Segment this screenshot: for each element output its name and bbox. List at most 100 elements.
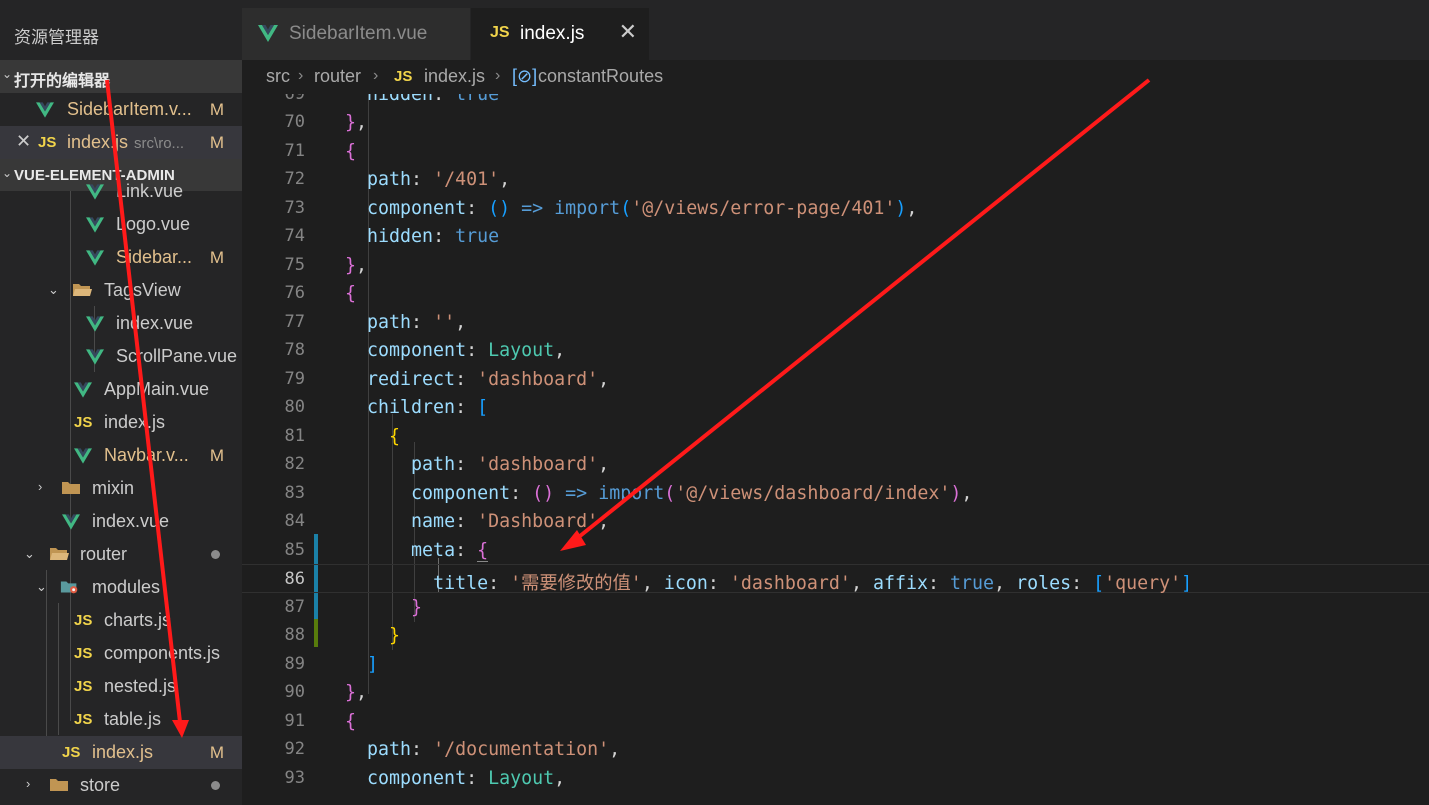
tree-item-scrollpane-vue[interactable]: ScrollPane.vue xyxy=(0,340,242,373)
vue-file-icon xyxy=(36,102,54,118)
code-line: 84 name: 'Dashboard', xyxy=(284,511,610,532)
vue-file-icon xyxy=(86,250,104,266)
tree-item-charts-js[interactable]: JS charts.js xyxy=(0,604,242,637)
explorer-title: 资源管理器 xyxy=(14,28,99,47)
vue-file-icon xyxy=(258,25,278,42)
chevron-down-icon: ⌄ xyxy=(48,282,59,297)
js-file-icon: JS xyxy=(394,68,413,85)
code-line: 75}, xyxy=(284,254,368,276)
tree-item-appmain-vue[interactable]: AppMain.vue xyxy=(0,373,242,406)
chevron-right-icon: › xyxy=(373,67,379,84)
open-editor-name: SidebarItem.v... xyxy=(67,99,192,119)
breadcrumb-router[interactable]: router xyxy=(314,66,361,87)
close-icon[interactable]: ✕ xyxy=(16,131,31,152)
code-editor[interactable]: 69 hidden: true 70}, 71{ 72 path: '/401'… xyxy=(242,94,1429,805)
tree-folder-modules[interactable]: ⌄ modules xyxy=(0,571,242,604)
tree-folder-store[interactable]: › store xyxy=(0,769,242,802)
chevron-down-icon: ⌄ xyxy=(2,67,13,81)
code-line: 81 { xyxy=(284,425,401,447)
code-line: 93 component: Layout, xyxy=(284,767,566,789)
tab-sidebaritem-vue[interactable]: SidebarItem.vue xyxy=(242,8,470,60)
vue-file-icon xyxy=(86,184,104,200)
code-line: 83 component: () => import('@/views/dash… xyxy=(284,482,973,504)
tree-folder-tagsview[interactable]: ⌄ TagsView xyxy=(0,274,242,307)
close-icon[interactable]: ✕ xyxy=(619,19,637,45)
js-file-icon: JS xyxy=(38,134,57,151)
open-editor-sidebaritem[interactable]: SidebarItem.v... M xyxy=(0,93,242,126)
code-line: 77 path: '', xyxy=(284,311,467,333)
tree-item-components-js[interactable]: JS components.js xyxy=(0,637,242,670)
open-editor-index-js[interactable]: ✕ JS index.js src\ro... M xyxy=(0,126,242,159)
tree-item-nested-js[interactable]: JS nested.js xyxy=(0,670,242,703)
code-line: 76{ xyxy=(284,283,357,304)
modified-badge: M xyxy=(209,100,224,119)
editor-tab-bar: SidebarItem.vue JS index.js ✕ xyxy=(242,0,1429,60)
chevron-right-icon: › xyxy=(26,776,31,791)
vue-file-icon xyxy=(74,382,92,398)
js-file-icon: JS xyxy=(74,678,93,695)
symbol-variable-icon: [⊘] xyxy=(512,66,538,86)
code-line: 89 ] xyxy=(284,653,379,675)
code-line: 82 path: 'dashboard', xyxy=(284,454,610,475)
tree-item-navbar-vue[interactable]: Navbar.v... M xyxy=(0,439,242,472)
tree-item-index-vue[interactable]: index.vue xyxy=(0,307,242,340)
chevron-down-icon: ⌄ xyxy=(24,546,35,561)
open-editors-header[interactable]: ⌄ 打开的编辑器 xyxy=(0,60,242,93)
vue-file-icon xyxy=(74,448,92,464)
tree-folder-router[interactable]: ⌄ router xyxy=(0,538,242,571)
code-line: 80 children: [ xyxy=(284,397,489,418)
folder-open-icon xyxy=(73,284,92,296)
code-line: 71{ xyxy=(284,140,357,162)
chevron-right-icon: › xyxy=(495,67,501,84)
breadcrumb-file[interactable]: index.js xyxy=(424,66,485,87)
folder-modules-icon xyxy=(60,581,78,594)
modified-badge: M xyxy=(209,248,224,267)
folder-open-icon xyxy=(50,548,69,560)
tree-item-sidebar-vue[interactable]: Sidebar... M xyxy=(0,241,242,274)
modified-badge: M xyxy=(209,446,224,465)
tree-item-table-js[interactable]: JS table.js xyxy=(0,703,242,736)
folder-icon xyxy=(62,482,80,494)
breadcrumb-src[interactable]: src xyxy=(266,66,290,87)
tree-item-logo-vue[interactable]: Logo.vue xyxy=(0,208,242,241)
vue-file-icon xyxy=(86,349,104,365)
modified-badge: M xyxy=(209,133,224,152)
chevron-down-icon: ⌄ xyxy=(36,579,47,594)
vue-file-icon xyxy=(86,217,104,233)
code-line: 70}, xyxy=(284,112,368,133)
code-line: 90}, xyxy=(284,682,368,703)
tree-item-router-index-js[interactable]: JS index.js M xyxy=(0,736,242,769)
modified-dot-icon xyxy=(211,550,220,559)
tree-item-index-js[interactable]: JS index.js xyxy=(0,406,242,439)
code-line-current: 86 title: '需要修改的值', icon: 'dashboard', a… xyxy=(242,564,1429,594)
code-line: 69 hidden: true xyxy=(284,94,500,105)
code-line: 72 path: '/401', xyxy=(284,169,511,190)
js-file-icon: JS xyxy=(490,24,510,41)
modified-badge: M xyxy=(209,743,224,762)
code-line: 79 redirect: 'dashboard', xyxy=(284,368,610,390)
code-line: 78 component: Layout, xyxy=(284,340,566,361)
code-line: 87 } xyxy=(284,596,423,618)
tree-item-link-vue[interactable]: Link.vue xyxy=(0,175,242,208)
js-file-icon: JS xyxy=(74,711,93,728)
breadcrumb-symbol[interactable]: constantRoutes xyxy=(538,66,663,87)
js-file-icon: JS xyxy=(74,612,93,629)
js-file-icon: JS xyxy=(74,414,93,431)
code-line: 91{ xyxy=(284,710,357,732)
js-file-icon: JS xyxy=(74,645,93,662)
chevron-right-icon: › xyxy=(38,479,43,494)
explorer-sidebar: 资源管理器 ⌄ 打开的编辑器 SidebarItem.v... M ✕ JS i… xyxy=(0,0,242,805)
vue-file-icon xyxy=(86,316,104,332)
tree-folder-mixin[interactable]: › mixin xyxy=(0,472,242,505)
chevron-right-icon: › xyxy=(298,67,304,84)
code-line: 74 hidden: true xyxy=(284,226,500,247)
js-file-icon: JS xyxy=(62,744,81,761)
tab-index-js[interactable]: JS index.js ✕ xyxy=(471,8,649,60)
folder-icon xyxy=(50,779,68,791)
code-line: 73 component: () => import('@/views/erro… xyxy=(284,197,918,219)
modified-dot-icon xyxy=(211,781,220,790)
tree-item-index-vue[interactable]: index.vue xyxy=(0,505,242,538)
code-line: 88 } xyxy=(284,625,401,646)
open-editor-name: index.js xyxy=(67,132,129,152)
open-editor-path: src\ro... xyxy=(134,135,185,152)
